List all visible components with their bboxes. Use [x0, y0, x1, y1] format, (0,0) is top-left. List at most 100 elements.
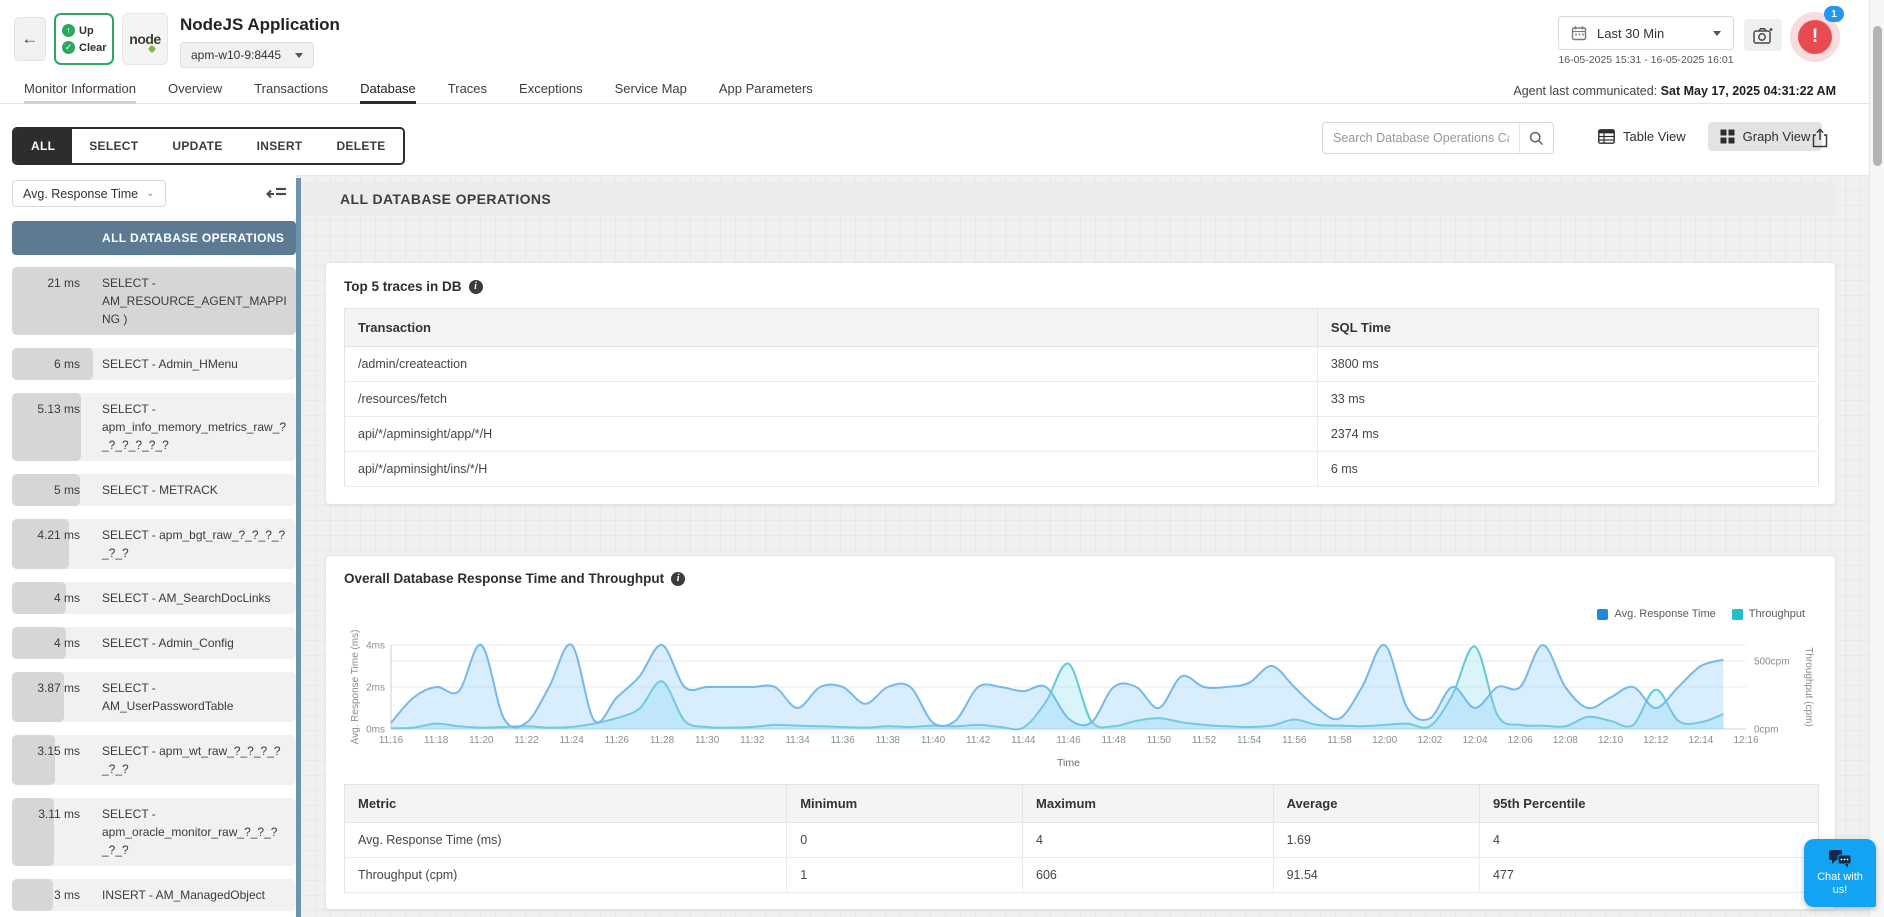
db-operation-item[interactable]: 21 msSELECT - AM_RESOURCE_AGENT_MAPPING …: [12, 267, 296, 335]
operation-label: SELECT - METRACK: [90, 481, 296, 499]
svg-text:11:48: 11:48: [1102, 735, 1127, 746]
db-operation-item[interactable]: 4.21 msSELECT - apm_bgt_raw_?_?_?_?_?_?: [12, 519, 296, 569]
tab-bar: Monitor Information Overview Transactions D…: [0, 78, 1884, 104]
sort-selector-dropdown[interactable]: Avg. Response Time ⌄: [12, 180, 166, 207]
metrics-header-row: MetricMinimumMaximumAverage95th Percenti…: [345, 785, 1819, 823]
db-operation-item[interactable]: 4 msSELECT - AM_SearchDocLinks: [12, 582, 296, 614]
content-area: Avg. Response Time ⌄ ALL DATABASE OPERAT…: [0, 175, 1884, 917]
chart-plot-area[interactable]: 4ms2ms0ms500cpm0cpmAvg. Response Time (m…: [344, 626, 1819, 776]
chart-svg: 4ms2ms0ms500cpm0cpmAvg. Response Time (m…: [344, 626, 1819, 776]
table-row[interactable]: /admin/createaction3800 ms: [345, 347, 1819, 382]
top-traces-table: TransactionSQL Time /admin/createaction3…: [344, 308, 1819, 487]
tab-monitor-information[interactable]: Monitor Information: [24, 78, 136, 104]
svg-text:11:32: 11:32: [740, 735, 765, 746]
page-title: NodeJS Application: [180, 15, 340, 35]
table-row[interactable]: api/*/apminsight/ins/*/H6 ms: [345, 452, 1819, 487]
svg-text:4ms: 4ms: [366, 641, 385, 652]
table-view-button[interactable]: Table View: [1586, 122, 1698, 151]
db-operation-item[interactable]: 3.87 msSELECT - AM_UserPasswordTable: [12, 672, 296, 722]
operation-label: SELECT - apm_bgt_raw_?_?_?_?_?_?: [90, 526, 296, 562]
tab-traces[interactable]: Traces: [448, 78, 487, 104]
svg-text:11:46: 11:46: [1056, 735, 1081, 746]
db-operation-item[interactable]: 6 msSELECT - Admin_HMenu: [12, 348, 296, 380]
instance-selector-dropdown[interactable]: apm-w10-9:8445: [180, 42, 314, 68]
db-operation-item[interactable]: 3.11 msSELECT - apm_oracle_monitor_raw_?…: [12, 798, 296, 866]
agent-label: Agent last communicated:: [1513, 84, 1660, 98]
status-up: ↑ Up: [62, 24, 112, 37]
chevron-down-icon: [295, 53, 303, 58]
legend-item-avg-response-time[interactable]: Avg. Response Time: [1597, 608, 1715, 620]
filter-select[interactable]: SELECT: [72, 129, 155, 163]
svg-text:12:12: 12:12: [1643, 735, 1668, 746]
svg-text:12:10: 12:10: [1598, 735, 1623, 746]
collapse-sidebar-button[interactable]: [266, 185, 288, 203]
table-row[interactable]: Throughput (cpm)160691.54477: [345, 858, 1819, 893]
operation-label: SELECT - AM_UserPasswordTable: [90, 679, 296, 715]
column-header-transaction: Transaction: [345, 309, 1318, 347]
svg-text:11:22: 11:22: [514, 735, 539, 746]
table-cell: 4: [1479, 823, 1818, 858]
table-cell: /admin/createaction: [345, 347, 1318, 382]
svg-text:11:50: 11:50: [1147, 735, 1172, 746]
table-cell: 33 ms: [1317, 382, 1818, 417]
svg-text:11:42: 11:42: [966, 735, 991, 746]
svg-text:11:52: 11:52: [1192, 735, 1217, 746]
legend-swatch: [1597, 609, 1608, 620]
db-operation-item[interactable]: 3 msINSERT - AM_ManagedObject: [12, 879, 296, 911]
info-icon[interactable]: i: [671, 572, 685, 586]
operation-time: 3 ms: [12, 886, 90, 904]
db-operation-item[interactable]: 3.15 msSELECT - apm_wt_raw_?_?_?_?_?_?: [12, 735, 296, 785]
query-type-filter-group: ALLSELECTUPDATEINSERTDELETE: [12, 127, 405, 165]
tab-app-parameters[interactable]: App Parameters: [719, 78, 813, 104]
filter-insert[interactable]: INSERT: [240, 129, 320, 163]
operation-label: INSERT - AM_ManagedObject: [90, 886, 296, 904]
tab-database[interactable]: Database: [360, 78, 416, 104]
graph-view-label: Graph View: [1743, 129, 1811, 144]
db-operation-item[interactable]: 5 msSELECT - METRACK: [12, 474, 296, 506]
table-row[interactable]: api/*/apminsight/app/*/H2374 ms: [345, 417, 1819, 452]
date-range-text: 16-05-2025 15:31 - 16-05-2025 16:01: [1558, 54, 1734, 66]
db-operation-item[interactable]: 4 msSELECT - Admin_Config: [12, 627, 296, 659]
svg-text:0ms: 0ms: [366, 725, 385, 736]
search-submit[interactable]: [1519, 123, 1553, 153]
metrics-body: Avg. Response Time (ms)041.694Throughput…: [345, 823, 1819, 893]
tab-overview[interactable]: Overview: [168, 78, 222, 104]
svg-text:11:40: 11:40: [921, 735, 946, 746]
svg-text:11:28: 11:28: [650, 735, 675, 746]
operation-time: 5 ms: [12, 481, 90, 499]
top-traces-title: Top 5 traces in DB: [344, 279, 462, 294]
table-row[interactable]: Avg. Response Time (ms)041.694: [345, 823, 1819, 858]
alerts-button[interactable]: ! 1: [1790, 12, 1840, 62]
sort-selector-value: Avg. Response Time: [23, 187, 138, 201]
info-icon[interactable]: i: [469, 280, 483, 294]
top-bar: ← ↑ Up ✓ Clear node NodeJS Application a…: [0, 0, 1884, 78]
svg-text:11:56: 11:56: [1282, 735, 1307, 746]
export-button[interactable]: [1806, 124, 1834, 152]
search-input[interactable]: [1323, 131, 1519, 145]
page-scrollbar[interactable]: [1869, 0, 1884, 917]
svg-text:12:02: 12:02: [1417, 735, 1442, 746]
table-row[interactable]: /resources/fetch33 ms: [345, 382, 1819, 417]
tab-service-map[interactable]: Service Map: [615, 78, 687, 104]
svg-text:Avg. Response Time (ms): Avg. Response Time (ms): [350, 630, 361, 745]
filter-update[interactable]: UPDATE: [155, 129, 239, 163]
search-box: [1322, 122, 1554, 154]
alert-exclamation-icon: !: [1798, 20, 1832, 54]
tab-exceptions[interactable]: Exceptions: [519, 78, 583, 104]
sidebar-all-operations-header[interactable]: ALL DATABASE OPERATIONS: [12, 221, 296, 255]
chat-widget[interactable]: Chat with us!: [1804, 839, 1876, 907]
back-button[interactable]: ←: [14, 17, 46, 61]
legend-label: Avg. Response Time: [1614, 608, 1715, 620]
svg-text:11:38: 11:38: [876, 735, 901, 746]
db-operation-item[interactable]: 5.13 msSELECT - apm_info_memory_metrics_…: [12, 393, 296, 461]
scrollbar-thumb[interactable]: [1873, 26, 1882, 166]
time-range-dropdown[interactable]: Last 30 Min: [1558, 16, 1734, 50]
filter-all[interactable]: ALL: [14, 129, 72, 163]
graph-view-icon: [1720, 129, 1735, 144]
screenshot-button[interactable]: [1744, 19, 1782, 51]
column-header-average: Average: [1273, 785, 1479, 823]
filter-delete[interactable]: DELETE: [319, 129, 402, 163]
column-header-maximum: Maximum: [1023, 785, 1274, 823]
legend-item-throughput[interactable]: Throughput: [1732, 608, 1805, 620]
tab-transactions[interactable]: Transactions: [254, 78, 328, 104]
